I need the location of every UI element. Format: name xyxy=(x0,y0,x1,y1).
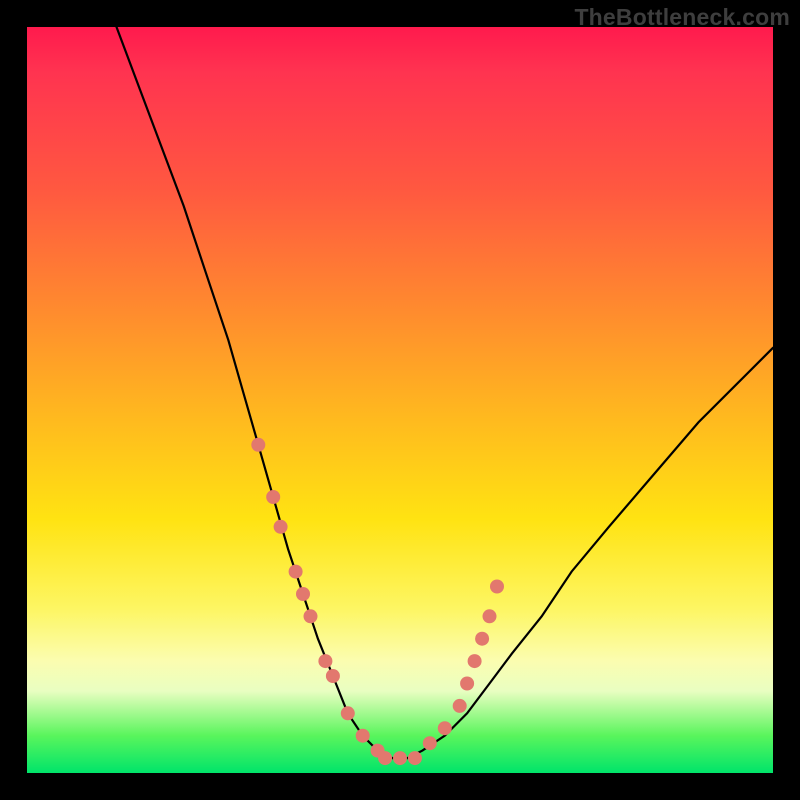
highlighted-points xyxy=(251,438,504,765)
curve-layer xyxy=(27,27,773,773)
marker-point xyxy=(393,751,407,765)
watermark-text: TheBottleneck.com xyxy=(574,4,790,31)
marker-point xyxy=(266,490,280,504)
marker-point xyxy=(423,736,437,750)
marker-point xyxy=(326,669,340,683)
marker-point xyxy=(378,751,392,765)
marker-point xyxy=(483,609,497,623)
plot-area xyxy=(27,27,773,773)
marker-point xyxy=(460,677,474,691)
marker-point xyxy=(304,609,318,623)
marker-point xyxy=(296,587,310,601)
marker-point xyxy=(251,438,265,452)
marker-point xyxy=(438,721,452,735)
marker-point xyxy=(274,520,288,534)
marker-point xyxy=(468,654,482,668)
marker-point xyxy=(318,654,332,668)
marker-point xyxy=(408,751,422,765)
bottleneck-curve xyxy=(117,27,774,758)
marker-point xyxy=(453,699,467,713)
marker-point xyxy=(341,706,355,720)
marker-point xyxy=(490,580,504,594)
marker-point xyxy=(356,729,370,743)
marker-point xyxy=(475,632,489,646)
marker-point xyxy=(289,565,303,579)
chart-frame: TheBottleneck.com xyxy=(0,0,800,800)
